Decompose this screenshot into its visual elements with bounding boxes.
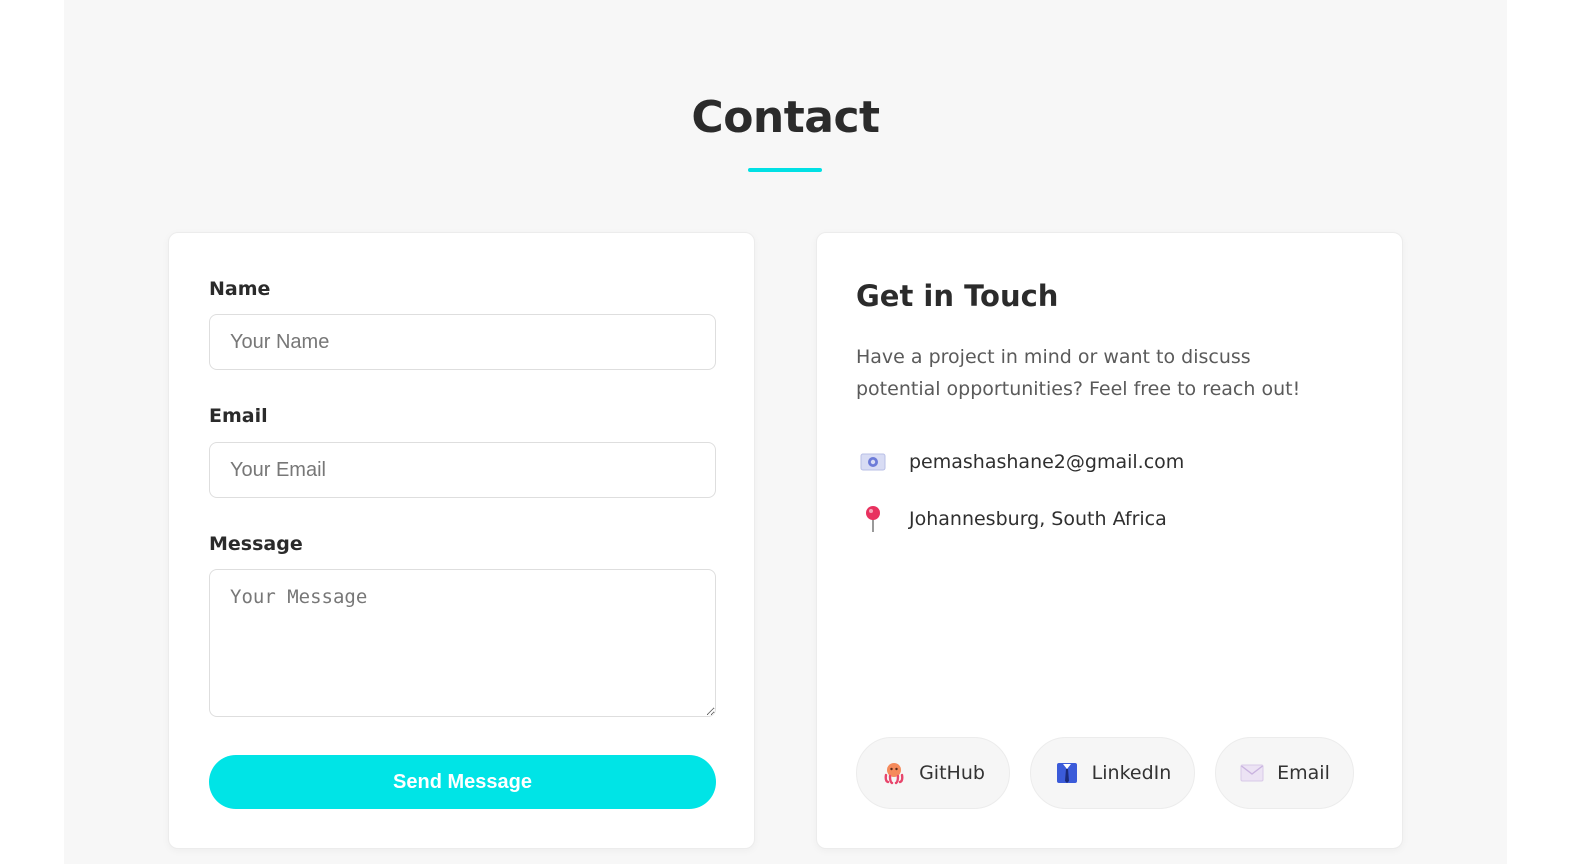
name-label: Name <box>209 278 271 300</box>
message-label: Message <box>209 533 303 555</box>
envelope-icon <box>1239 760 1265 786</box>
info-description: Have a project in mind or want to discus… <box>856 346 1301 400</box>
email-input[interactable] <box>209 442 716 498</box>
email-link[interactable]: Email <box>1215 737 1354 809</box>
email-icon <box>857 447 889 477</box>
github-link[interactable]: GitHub <box>856 737 1010 809</box>
contact-email-text: pemashashane2@gmail.com <box>909 451 1185 473</box>
linkedin-icon <box>1054 760 1080 786</box>
github-label: GitHub <box>919 762 985 784</box>
linkedin-link[interactable]: LinkedIn <box>1030 737 1195 809</box>
contact-section: Contact Name Email Message Send Message … <box>64 0 1507 864</box>
contact-form-card: Name Email Message Send Message <box>168 232 755 849</box>
contact-location-row: Johannesburg, South Africa <box>857 504 1167 534</box>
info-title: Get in Touch <box>856 279 1059 313</box>
name-input[interactable] <box>209 314 716 370</box>
linkedin-label: LinkedIn <box>1091 762 1172 784</box>
github-icon <box>881 760 907 786</box>
get-in-touch-card: Get in Touch Have a project in mind or w… <box>816 232 1403 849</box>
title-underline <box>748 168 822 172</box>
contact-email-row: pemashashane2@gmail.com <box>857 447 1184 477</box>
message-textarea[interactable] <box>209 569 716 717</box>
page-title: Contact <box>691 92 880 143</box>
email-label: Email <box>1277 762 1330 784</box>
location-pin-icon <box>857 504 889 534</box>
email-label: Email <box>209 405 268 427</box>
contact-location-text: Johannesburg, South Africa <box>909 508 1167 530</box>
send-message-button[interactable]: Send Message <box>209 755 716 809</box>
